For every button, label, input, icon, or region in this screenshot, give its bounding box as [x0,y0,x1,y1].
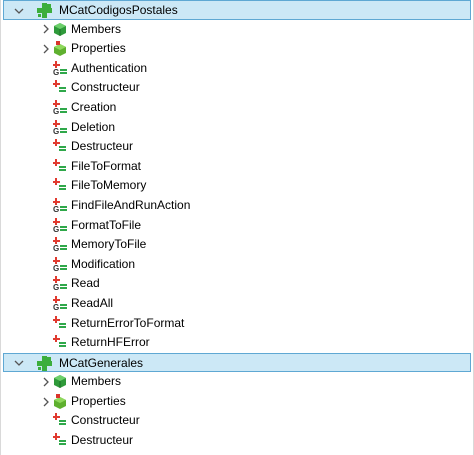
method-event-icon: G [53,256,67,272]
svg-text:G: G [53,107,59,115]
method-event-icon: G [53,217,67,233]
method-node[interactable]: G Deletion [1,118,473,138]
group-label: Members [71,21,122,36]
method-event-icon: G [53,197,67,213]
method-event-icon: G [53,276,67,291]
method-node[interactable]: ReturnErrorToFormat [1,314,473,334]
svg-text:G: G [53,68,59,76]
method-node[interactable]: FileToFormat [1,157,473,177]
group-node-members[interactable]: Members [1,20,473,40]
method-event-icon: G [53,237,67,252]
method-label: Creation [71,99,117,114]
class-node[interactable]: MCatGenerales [3,352,471,374]
method-node[interactable]: G ReadAll [1,294,473,314]
method-label: ReturnHFError [71,335,150,350]
members-icon [53,22,67,37]
svg-text:G: G [53,225,59,233]
class-name: MCatCodigosPostales [59,3,178,17]
method-label: Authentication [71,60,148,75]
chevron-down-icon[interactable] [13,1,25,21]
project-explorer-tree: MCatCodigosPostales Members Properties G… [0,0,474,455]
method-event-icon: G [53,119,67,135]
method-label: Read [71,276,100,291]
method-label: Constructeur [71,413,140,428]
chevron-right-icon[interactable] [40,372,52,392]
method-node[interactable]: G Modification [1,255,473,275]
method-icon [53,315,67,331]
class-name: MCatGenerales [59,355,144,370]
method-event-icon: G [53,99,67,115]
method-node[interactable]: G Authentication [1,59,473,79]
chevron-right-icon[interactable] [40,39,52,59]
method-label: Destructeur [71,139,134,154]
method-label: FileToMemory [71,178,147,193]
properties-icon [53,41,67,57]
group-node-members[interactable]: Members [1,372,473,392]
chevron-down-icon[interactable] [13,354,25,374]
method-node[interactable]: G MemoryToFile [1,235,473,255]
class-node[interactable]: MCatCodigosPostales [3,0,471,20]
method-icon [53,80,67,95]
svg-text:G: G [53,303,59,311]
method-label: MemoryToFile [71,237,147,252]
chevron-right-icon[interactable] [40,392,52,412]
method-icon [53,139,67,154]
method-node[interactable]: G FormatToFile [1,216,473,236]
method-label: FindFileAndRunAction [71,197,191,212]
properties-icon [53,393,67,409]
group-label: Properties [71,393,126,408]
method-icon [53,413,67,428]
svg-text:G: G [53,205,59,213]
method-node[interactable]: Destructeur [1,431,473,451]
class-icon [37,355,52,371]
chevron-right-icon[interactable] [40,20,52,40]
method-node[interactable]: Constructeur [1,78,473,98]
method-label: Deletion [71,119,116,134]
method-node[interactable]: Destructeur [1,137,473,157]
group-label: Properties [71,41,126,56]
svg-text:G: G [53,283,59,291]
method-event-icon: G [53,60,67,76]
group-label: Members [71,374,122,389]
members-icon [53,374,67,389]
method-node[interactable]: Constructeur [1,411,473,431]
method-icon [53,335,67,350]
method-label: Modification [71,256,136,271]
method-label: FileToFormat [71,158,142,173]
method-label: Destructeur [71,433,134,448]
method-icon [53,178,67,193]
svg-text:G: G [53,264,59,272]
method-node[interactable]: G Creation [1,98,473,118]
svg-text:G: G [53,244,59,252]
method-label: FormatToFile [71,217,142,232]
method-label: ReturnErrorToFormat [71,315,185,330]
method-event-icon: G [53,295,67,311]
method-node[interactable]: G FindFileAndRunAction [1,196,473,216]
method-icon [53,433,67,448]
method-node[interactable]: ReturnHFError [1,333,473,353]
class-icon [37,3,52,18]
group-node-properties[interactable]: Properties [1,392,473,412]
svg-text:G: G [53,127,59,135]
group-node-properties[interactable]: Properties [1,39,473,59]
method-label: ReadAll [71,295,114,310]
method-icon [53,158,67,174]
method-node[interactable]: FileToMemory [1,176,473,196]
method-label: Constructeur [71,80,140,95]
method-node[interactable]: G Read [1,274,473,294]
